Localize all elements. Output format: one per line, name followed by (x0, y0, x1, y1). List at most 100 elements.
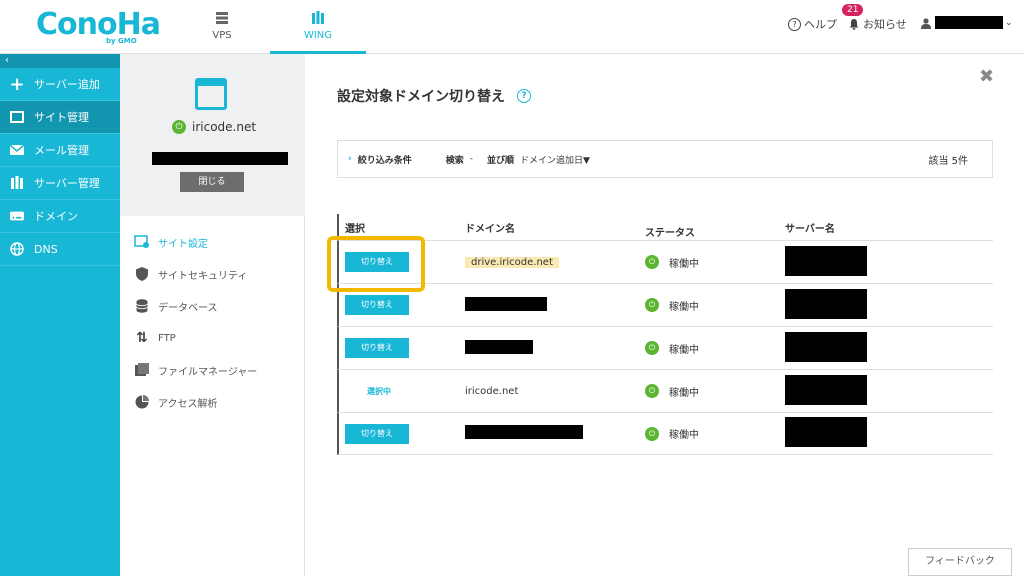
menu-access-analytics[interactable]: アクセス解析 (120, 386, 304, 418)
menu-label: アクセス解析 (158, 398, 218, 410)
sidebar-item-domain[interactable]: ドメイン (0, 200, 120, 233)
sidebar-item-label: ドメイン (34, 210, 78, 223)
menu-site-security[interactable]: サイトセキュリティ (120, 258, 304, 290)
power-icon: ⏻ (645, 255, 659, 269)
menu-site-settings[interactable]: サイト設定 (120, 226, 304, 258)
site-menu: サイト設定 サイトセキュリティ データベース ⇅ FTP ファイルマネージャー … (120, 216, 305, 576)
row-status-cell: ⏻ 稼働中 (645, 255, 785, 270)
help-label: ヘルプ (804, 18, 837, 31)
row-status-cell: ⏻ 稼働中 (645, 384, 785, 399)
bell-icon (849, 19, 859, 30)
table-row: 切り替え drive.iricode.net ⏻ 稼働中 (337, 240, 993, 283)
table-row: 選択中 iricode.net ⏻ 稼働中 (337, 369, 993, 412)
power-icon: ⏻ (645, 426, 659, 441)
menu-label: FTP (158, 332, 176, 344)
sidebar-item-server-management[interactable]: サーバー管理 (0, 167, 120, 200)
site-name: ⏻ iricode.net (172, 120, 256, 134)
logo-sub: by GMO (106, 37, 137, 45)
row-domain-cell (465, 425, 645, 442)
sidebar: ‹ + サーバー追加 サイト管理 メール管理 サーバー管理 ドメイン DNS (0, 54, 120, 576)
column-header: ドメイン名 (465, 223, 515, 235)
user-name-redacted (935, 16, 1003, 29)
sidebar-item-label: メール管理 (34, 144, 89, 157)
main-content: ✖ 設定対象ドメイン切り替え ? › 絞り込み条件 検索 - 並び順 ドメイン追… (305, 54, 1024, 576)
row-server-cell (785, 245, 985, 279)
close-button[interactable]: 閉じる (180, 172, 244, 192)
switch-button[interactable]: 切り替え (345, 295, 409, 315)
status-text: 稼働中 (669, 430, 699, 441)
filter-bar[interactable]: › 絞り込み条件 検索 - 並び順 ドメイン追加日▼ 該当 5件 (337, 140, 993, 178)
sidebar-item-label: サイト管理 (34, 111, 89, 124)
status-text: 稼働中 (669, 301, 699, 313)
notice-link[interactable]: お知らせ (848, 16, 907, 32)
result-count: 該当 5件 (928, 155, 968, 167)
highlight-frame (327, 236, 425, 292)
row-server-cell (785, 331, 985, 365)
sidebar-item-site-management[interactable]: サイト管理 (0, 101, 120, 134)
menu-label: データベース (158, 302, 218, 314)
sidebar-item-dns[interactable]: DNS (0, 233, 120, 266)
domain-name-redacted (465, 425, 583, 439)
tab-wing[interactable]: WING (270, 0, 366, 54)
conoha-logo[interactable]: ConoHa by GMO (36, 10, 161, 46)
row-server-cell (785, 417, 985, 450)
table-row: 切り替え ⏻ 稼働中 (337, 412, 993, 455)
domain-table: 選択 ドメイン名 ステータス サーバー名 切り替え drive.iricode.… (337, 214, 993, 455)
chevron-left-icon: ‹ (5, 55, 9, 66)
power-icon: ⏻ (172, 120, 186, 134)
search-value: - (469, 154, 473, 164)
site-summary-panel: ⏻ iricode.net 閉じる (120, 54, 305, 216)
menu-file-manager[interactable]: ファイルマネージャー (120, 354, 304, 386)
domain-icon (10, 209, 24, 223)
server-name-redacted (785, 417, 867, 447)
globe-icon (10, 242, 24, 256)
server-name-redacted (785, 245, 867, 276)
help-circle-icon[interactable]: ? (517, 89, 531, 103)
notice-badge: 21 (842, 4, 864, 16)
row-server-cell (785, 374, 985, 408)
tab-vps-label: VPS (212, 30, 232, 41)
sidebar-item-label: サーバー追加 (34, 78, 100, 91)
server-icon (216, 12, 228, 24)
shield-icon (134, 266, 150, 282)
status-text: 稼働中 (669, 387, 699, 399)
tab-vps[interactable]: VPS (174, 0, 270, 54)
row-select-cell: 選択中 (339, 386, 465, 397)
column-header: 選択 (345, 223, 365, 235)
close-icon[interactable]: ✖ (979, 66, 994, 87)
row-select-cell: 切り替え (339, 295, 465, 315)
help-link[interactable]: ? ヘルプ (788, 16, 837, 32)
row-status-cell: ⏻ 稼働中 (645, 341, 785, 356)
feedback-button[interactable]: フィードバック (908, 548, 1012, 576)
user-menu[interactable]: ⌄ (920, 16, 1013, 29)
menu-database[interactable]: データベース (120, 290, 304, 322)
server-name-redacted (785, 288, 867, 319)
sidebar-item-add-server[interactable]: + サーバー追加 (0, 68, 120, 101)
chevron-down-icon: ⌄ (1005, 17, 1013, 28)
power-icon: ⏻ (645, 341, 659, 355)
sidebar-collapse-button[interactable]: ‹ (0, 54, 120, 68)
row-status-cell: ⏻ 稼働中 (645, 426, 785, 441)
file-folder-icon (134, 362, 150, 378)
switch-button[interactable]: 切り替え (345, 338, 409, 358)
sidebar-item-mail-management[interactable]: メール管理 (0, 134, 120, 167)
menu-ftp[interactable]: ⇅ FTP (120, 322, 304, 354)
row-select-cell: 切り替え (339, 338, 465, 358)
status-text: 稼働中 (669, 344, 699, 356)
table-row: 切り替え ⏻ 稼働中 (337, 326, 993, 369)
switch-button[interactable]: 切り替え (345, 423, 409, 444)
site-detail-redacted (152, 152, 288, 165)
sort-value[interactable]: ドメイン追加日▼ (520, 153, 590, 166)
plus-icon: + (9, 73, 25, 95)
power-icon: ⏻ (645, 384, 659, 398)
selected-label: 選択中 (367, 386, 391, 396)
chevron-right-icon: › (348, 154, 352, 164)
top-header: ConoHa by GMO VPS WING ? ヘルプ 21 お知らせ ⌄ (0, 0, 1024, 54)
menu-label: サイト設定 (158, 238, 208, 250)
user-icon (921, 17, 931, 29)
power-icon: ⏻ (645, 298, 659, 312)
help-icon: ? (788, 17, 801, 31)
row-domain-cell (465, 339, 645, 357)
domain-name: drive.iricode.net (465, 256, 559, 268)
window-icon (10, 110, 24, 124)
